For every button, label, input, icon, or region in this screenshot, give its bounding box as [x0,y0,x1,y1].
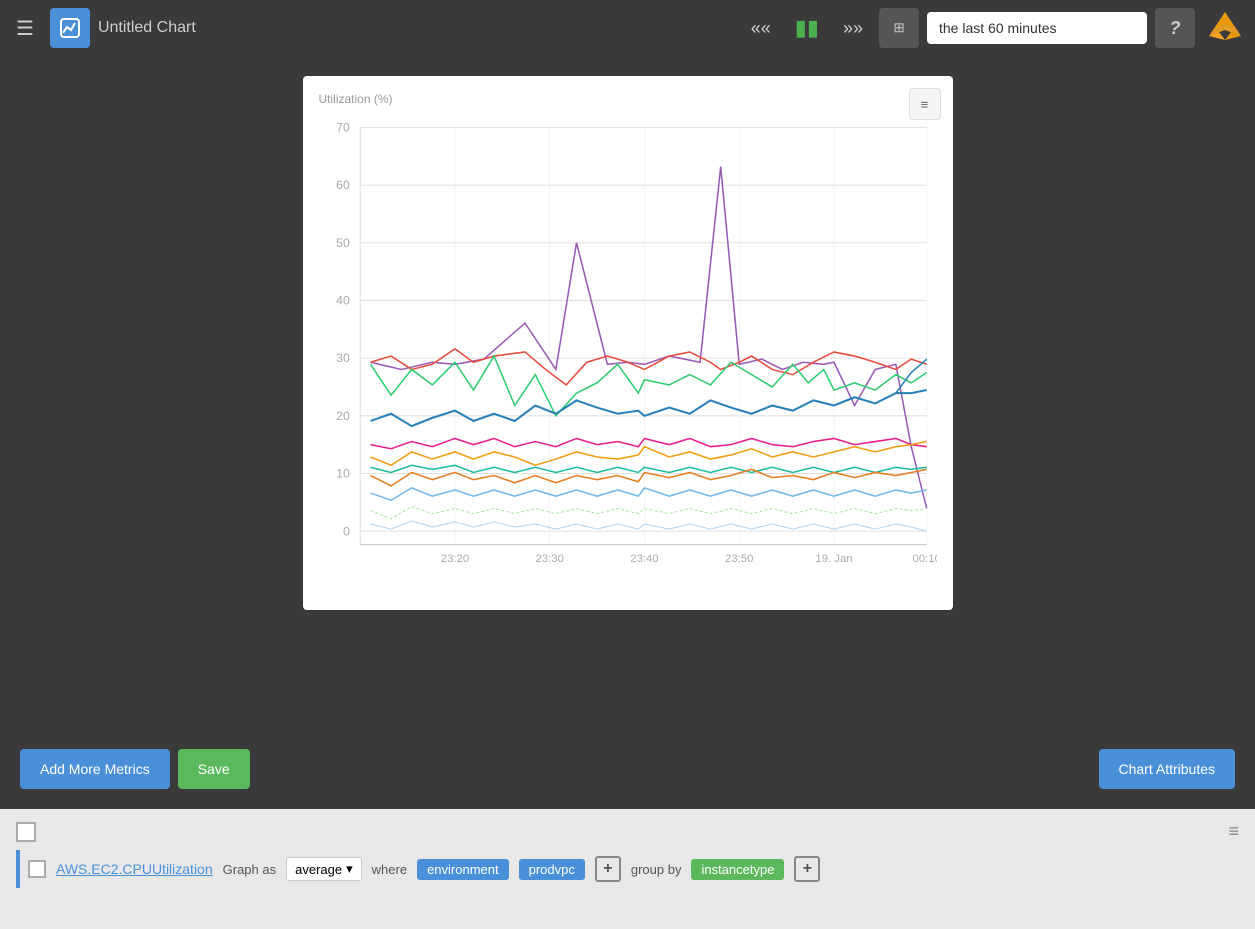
chart-container: Utilization (%) ≡ [303,76,953,610]
svg-text:23:30: 23:30 [535,553,563,565]
svg-text:19. Jan: 19. Jan [815,553,852,565]
svg-text:10: 10 [336,467,350,481]
hamburger-button[interactable]: ☰ [8,12,42,45]
nav-back-button[interactable]: «« [743,14,779,43]
aggregation-value: average [295,862,342,877]
y-axis-label: Utilization (%) [319,92,937,106]
dropdown-arrow-icon: ▾ [346,861,353,877]
group-by-value-tag[interactable]: instancetype [691,859,784,880]
svg-text:0: 0 [343,524,350,538]
header: ☰ Untitled Chart «« ▮▮ »» ⊞ ? [0,0,1255,56]
grid-button[interactable]: ⊞ [879,8,919,48]
svg-text:70: 70 [336,121,350,135]
toolbar-center: «« ▮▮ »» ⊞ ? [743,6,1247,50]
logo-icon [59,17,81,39]
grid-icon: ⊞ [893,20,904,36]
logo-button[interactable] [50,8,90,48]
metric-name[interactable]: AWS.EC2.CPUUtilization [56,861,213,877]
svg-text:23:50: 23:50 [725,553,753,565]
bottom-bar: Add More Metrics Save Chart Attributes [0,729,1255,809]
chart-title: Untitled Chart [98,19,735,37]
metrics-menu-icon[interactable]: ≡ [1228,821,1239,842]
svg-text:23:20: 23:20 [440,553,468,565]
svg-text:23:40: 23:40 [630,553,658,565]
chart-menu-icon: ≡ [921,97,929,112]
aggregation-dropdown[interactable]: average ▾ [286,857,362,881]
svg-text:40: 40 [336,294,350,308]
select-all-checkbox[interactable] [16,822,36,842]
svg-text:50: 50 [336,236,350,250]
pause-icon: ▮▮ [795,15,819,40]
add-metrics-button[interactable]: Add More Metrics [20,749,170,789]
main-area: Utilization (%) ≡ [0,56,1255,729]
pause-button[interactable]: ▮▮ [787,11,827,45]
metric-row: AWS.EC2.CPUUtilization Graph as average … [16,850,1239,888]
nav-back-icon: «« [751,18,771,38]
brand-icon [1205,8,1245,48]
brand-logo [1203,6,1247,50]
chart-area: 70 60 50 40 30 20 10 0 23:20 23:30 23:40… [319,114,937,594]
where-label: where [372,862,407,877]
add-group-button[interactable]: + [794,856,820,882]
svg-text:00:10: 00:10 [912,553,936,565]
group-by-label: group by [631,862,682,877]
filter-key-tag[interactable]: environment [417,859,509,880]
filter-value-tag[interactable]: prodvpc [519,859,585,880]
metrics-panel: ≡ AWS.EC2.CPUUtilization Graph as averag… [0,809,1255,929]
time-range-input[interactable] [927,12,1147,44]
add-filter-button[interactable]: + [595,856,621,882]
chart-attributes-button[interactable]: Chart Attributes [1099,749,1236,789]
svg-text:60: 60 [336,178,350,192]
metric-checkbox[interactable] [28,860,46,878]
chart-menu-button[interactable]: ≡ [909,88,941,120]
nav-forward-icon: »» [843,18,863,38]
metrics-row-header: ≡ [16,821,1239,842]
chart-svg: 70 60 50 40 30 20 10 0 23:20 23:30 23:40… [319,114,937,594]
save-button[interactable]: Save [178,749,250,789]
help-button[interactable]: ? [1155,8,1195,48]
svg-text:20: 20 [336,409,350,423]
nav-forward-button[interactable]: »» [835,14,871,43]
graph-as-label: Graph as [223,862,276,877]
svg-text:30: 30 [336,351,350,365]
help-icon: ? [1170,18,1181,39]
